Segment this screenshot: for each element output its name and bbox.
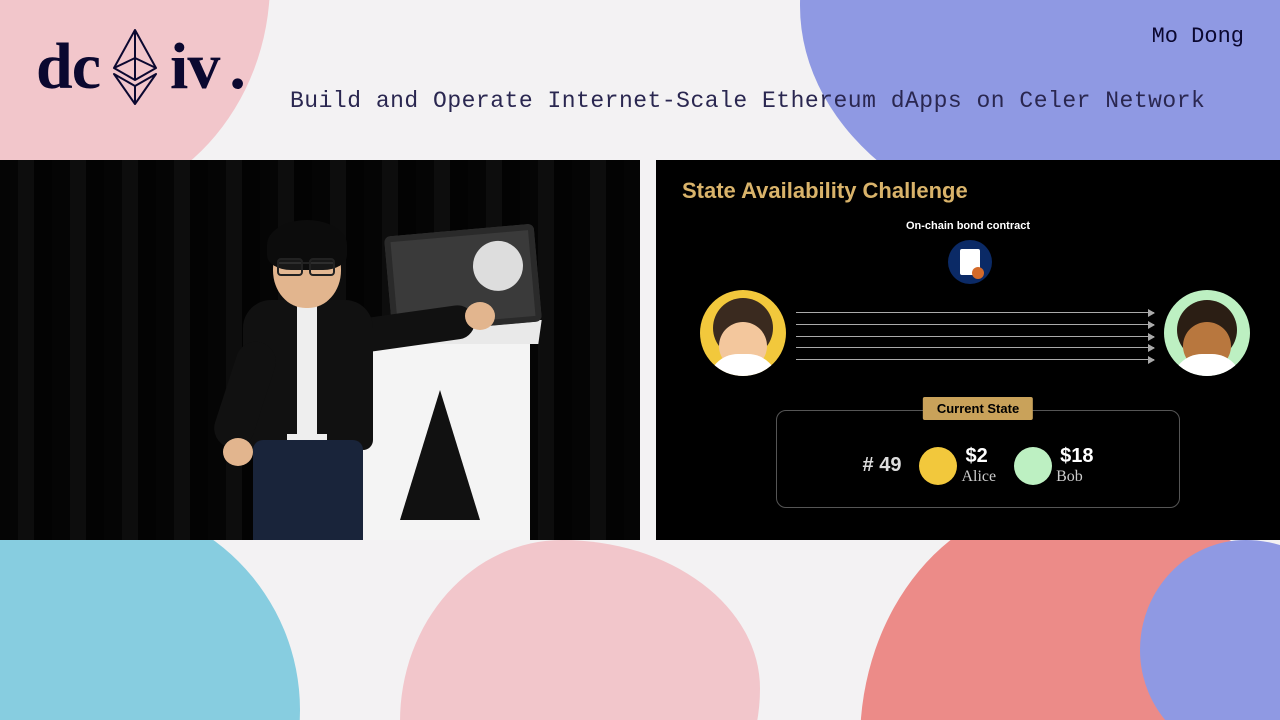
state-row: # 49 $2 Alice $18 Bob bbox=[777, 445, 1179, 486]
bond-contract-label: On-chain bond contract bbox=[656, 220, 1280, 232]
logo-dot: . bbox=[229, 29, 246, 105]
avatar-alice-mini bbox=[919, 447, 957, 485]
avatar-bob-mini bbox=[1014, 447, 1052, 485]
logo-text-dc: dc bbox=[36, 29, 100, 105]
current-state-label: Current State bbox=[923, 397, 1033, 420]
current-state-box: Current State # 49 $2 Alice $18 Bob bbox=[776, 410, 1180, 508]
avatar-alice bbox=[700, 290, 786, 376]
alice-balance: $2 Alice bbox=[919, 445, 996, 486]
event-logo: dc iv . bbox=[36, 28, 246, 106]
bob-amount: $18 bbox=[1060, 445, 1093, 468]
speaker-name: Mo Dong bbox=[1152, 24, 1244, 49]
stage: dc iv . Mo Dong Build and Operate Intern… bbox=[0, 0, 1280, 720]
bob-balance: $18 Bob bbox=[1014, 445, 1093, 486]
avatar-bob bbox=[1164, 290, 1250, 376]
bob-signature: Bob bbox=[1056, 468, 1093, 486]
bg-blob bbox=[400, 540, 760, 720]
sequence-number: # 49 bbox=[863, 454, 902, 477]
presenter bbox=[225, 220, 395, 540]
video-feed bbox=[0, 160, 640, 540]
alice-amount: $2 bbox=[965, 445, 996, 468]
slide: State Availability Challenge On-chain bo… bbox=[656, 160, 1280, 540]
logo-text-iv: iv bbox=[170, 29, 219, 105]
alice-signature: Alice bbox=[961, 468, 996, 486]
slide-title: State Availability Challenge bbox=[682, 178, 968, 204]
contract-icon bbox=[948, 240, 992, 284]
channel-lines bbox=[796, 312, 1154, 360]
talk-title: Build and Operate Internet-Scale Ethereu… bbox=[290, 88, 1205, 114]
ethereum-icon bbox=[110, 28, 160, 106]
